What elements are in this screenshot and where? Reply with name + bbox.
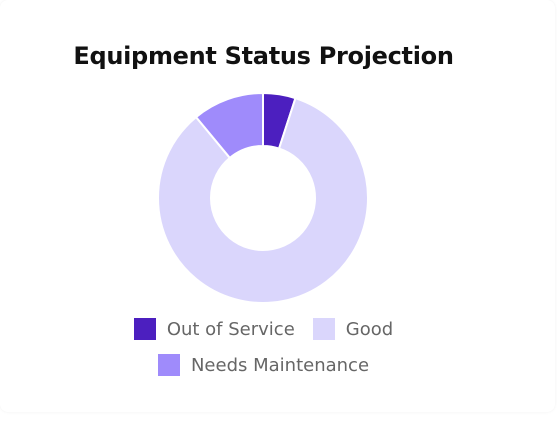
legend-label: Good xyxy=(345,318,394,340)
chart-legend: Out of Service Good Needs Maintenance xyxy=(0,314,527,386)
chart-card: Equipment Status Projection Out of Servi… xyxy=(0,0,555,412)
legend-swatch xyxy=(133,318,156,340)
legend-label: Out of Service xyxy=(166,318,295,340)
legend-item-needs-maintenance[interactable]: Needs Maintenance xyxy=(157,354,370,376)
legend-item-out-of-service[interactable]: Out of Service xyxy=(133,318,295,340)
legend-swatch xyxy=(312,318,335,340)
legend-label: Needs Maintenance xyxy=(190,354,370,376)
legend-swatch xyxy=(157,354,180,376)
legend-row: Needs Maintenance xyxy=(0,350,527,380)
legend-item-good[interactable]: Good xyxy=(312,318,394,340)
legend-row: Out of Service Good xyxy=(0,314,527,344)
